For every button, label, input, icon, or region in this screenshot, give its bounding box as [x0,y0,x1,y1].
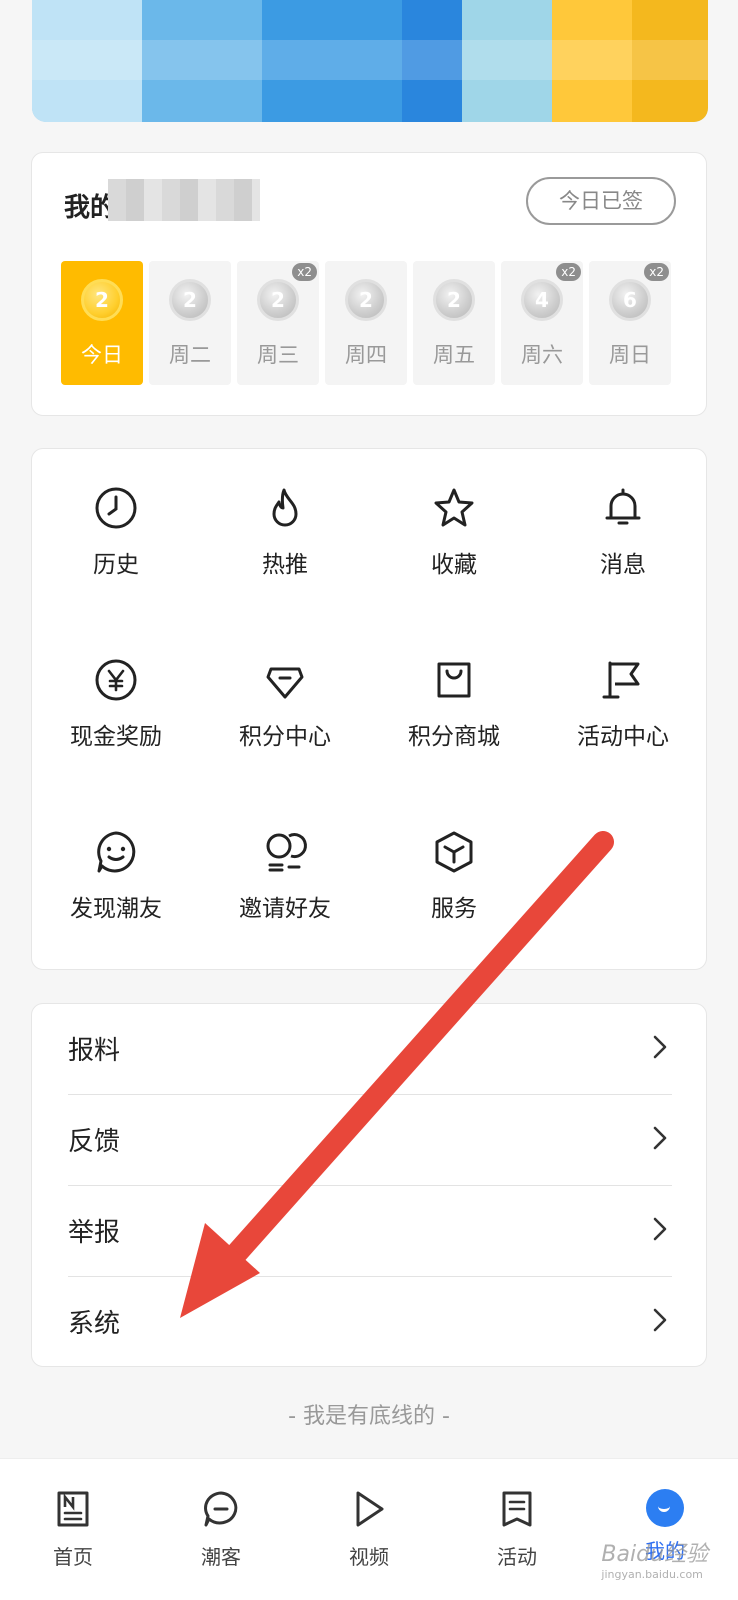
news-n-icon [57,1491,89,1527]
day-tuesday[interactable]: 2 周二 [149,261,231,385]
end-of-list-note: - 我是有底线的 - [288,1404,450,1429]
grid-item-label: 历史 [93,552,139,578]
top-banner[interactable] [32,0,708,122]
coin-icon: 2 [81,279,123,321]
grid-item-service[interactable]: 服务 [384,829,524,923]
row-label: 举报 [68,1218,121,1248]
grid-item-label: 热推 [262,552,308,578]
grid-item-label: 现金奖励 [70,724,162,750]
smile-face-icon [97,831,136,873]
sign-in-days: 2 今日 2 周二 x2 2 周三 2 周四 2 周五 x2 4 周六 x2 6… [61,261,671,385]
cube-icon [435,831,473,873]
grid-item-points-center[interactable]: 积分中心 [215,657,355,751]
day-label: 周二 [169,343,211,367]
grid-item-label: 活动中心 [577,724,669,750]
grid-item-cash-reward[interactable]: 现金奖励 [46,657,186,751]
multiplier-badge: x2 [644,263,669,281]
day-sunday[interactable]: x2 6 周日 [589,261,671,385]
day-saturday[interactable]: x2 4 周六 [501,261,583,385]
day-friday[interactable]: 2 周五 [413,261,495,385]
tab-label: 首页 [53,1545,93,1569]
tab-chaoke[interactable]: 潮客 [161,1489,281,1570]
coin-icon: 4 [521,279,563,321]
clock-icon [95,487,137,529]
day-label: 周三 [257,343,299,367]
grid-item-label: 发现潮友 [70,896,162,922]
list-row-report[interactable]: 举报 [68,1186,672,1276]
list-row-feedback[interactable]: 反馈 [68,1095,672,1185]
grid-item-discover-friends[interactable]: 发现潮友 [46,829,186,923]
day-label: 周四 [345,343,387,367]
tab-activity[interactable]: 活动 [457,1489,577,1570]
flame-icon [272,488,298,527]
coin-icon: 2 [345,279,387,321]
settings-list-card: 报料 反馈 举报 系统 [31,1003,707,1367]
grid-item-label: 消息 [600,552,646,578]
chevron-right-icon [653,1126,667,1150]
grid-item-points-mall[interactable]: 积分商城 [384,657,524,751]
multiplier-badge: x2 [556,263,581,281]
coin-icon: 2 [169,279,211,321]
star-icon [434,488,474,527]
coin-icon: 2 [257,279,299,321]
tab-home[interactable]: 首页 [13,1489,133,1570]
yen-icon [95,659,137,701]
shopping-bag-icon [437,662,471,698]
friends-icon [266,833,307,872]
multiplier-badge: x2 [292,263,317,281]
flag-icon [602,661,640,699]
day-label: 周日 [609,343,651,367]
row-label: 反馈 [68,1127,121,1157]
coin-icon: 6 [609,279,651,321]
day-today[interactable]: 2 今日 [61,261,143,385]
day-label: 今日 [81,343,123,367]
tab-label: 视频 [349,1545,389,1569]
list-row-system[interactable]: 系统 [68,1277,672,1367]
list-row-report-news[interactable]: 报料 [68,1004,672,1094]
tab-label: 潮客 [201,1545,241,1569]
bell-icon [605,488,641,525]
diamond-icon [266,667,304,699]
feature-grid-card: 历史 热推 收藏 消息 现金奖励 积分中心 积分商城 活动中心 发现潮友 邀请好… [31,448,707,970]
grid-item-label: 积分商城 [408,724,500,750]
grid-item-label: 收藏 [431,552,477,578]
sign-in-card: 我的 今日已签 2 今日 2 周二 x2 2 周三 2 周四 2 周五 x2 4… [31,152,707,416]
blurred-title-area [108,179,260,221]
grid-item-label: 服务 [431,896,477,922]
tab-label: 活动 [497,1545,537,1569]
day-thursday[interactable]: 2 周四 [325,261,407,385]
grid-item-label: 邀请好友 [239,896,331,922]
grid-item-hot[interactable]: 热推 [215,485,355,579]
chevron-right-icon [653,1308,667,1332]
chat-bubble-icon [204,1491,238,1527]
day-wednesday[interactable]: x2 2 周三 [237,261,319,385]
watermark-brand: Baidu经验 [601,1542,708,1567]
coin-icon: 2 [433,279,475,321]
signed-today-button[interactable]: 今日已签 [526,177,676,225]
profile-icon [646,1489,684,1527]
grid-item-history[interactable]: 历史 [46,485,186,579]
day-label: 周五 [433,343,475,367]
day-label: 周六 [521,343,563,367]
chevron-right-icon [653,1035,667,1059]
grid-item-messages[interactable]: 消息 [553,485,693,579]
grid-item-invite-friends[interactable]: 邀请好友 [215,829,355,923]
grid-item-activity-center[interactable]: 活动中心 [553,657,693,751]
watermark-domain: jingyan.baidu.com [601,1568,703,1581]
row-label: 报料 [68,1036,121,1066]
grid-item-label: 积分中心 [239,724,331,750]
grid-item-favorites[interactable]: 收藏 [384,485,524,579]
row-label: 系统 [68,1309,121,1339]
chevron-right-icon [653,1217,667,1241]
watermark: Baidu经验 jingyan.baidu.com [601,1536,708,1581]
play-icon [356,1491,384,1527]
document-icon [502,1491,532,1527]
tab-video[interactable]: 视频 [309,1489,429,1570]
